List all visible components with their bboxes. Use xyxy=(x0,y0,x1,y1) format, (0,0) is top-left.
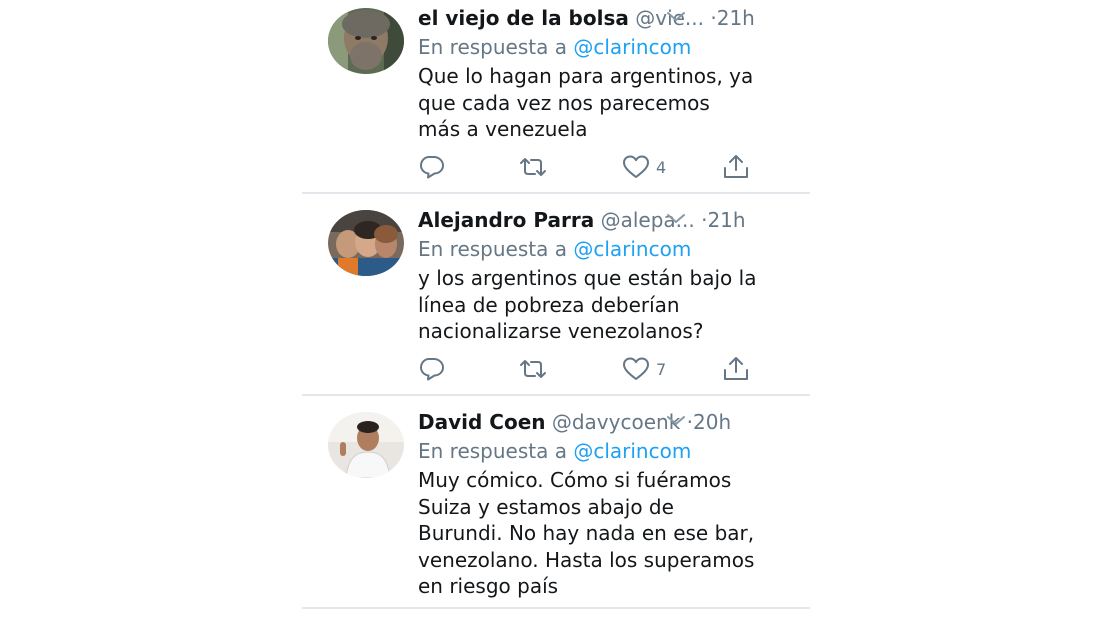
reply-mention-link[interactable]: @clarincom xyxy=(573,237,691,261)
heart-icon xyxy=(623,155,649,178)
like-button[interactable]: 4 xyxy=(622,152,666,182)
tweet-actions: 4 xyxy=(418,152,798,182)
tweet[interactable]: David Coen @davycoenk ·20h En respuesta … xyxy=(302,396,810,608)
share-icon xyxy=(724,155,748,178)
like-count: 4 xyxy=(656,157,667,177)
retweet-icon xyxy=(520,360,546,378)
chevron-down-icon[interactable] xyxy=(664,6,688,28)
timestamp[interactable]: 21h xyxy=(707,208,745,232)
share-icon xyxy=(724,357,748,380)
tweet[interactable]: Alejandro Parra @alepa... ·21h En respue… xyxy=(302,194,810,394)
tweet[interactable]: el viejo de la bolsa @vie... ·21h En res… xyxy=(302,0,810,192)
author-handle[interactable]: @davycoenk xyxy=(552,410,680,434)
tweet-feed: el viejo de la bolsa @vie... ·21h En res… xyxy=(302,0,810,618)
heart-icon xyxy=(623,357,649,380)
tweet-text: y los argentinos que están bajo la línea… xyxy=(418,266,757,343)
reply-context: En respuesta a @clarincom xyxy=(418,32,691,62)
reply-context: En respuesta a @clarincom xyxy=(418,234,691,264)
avatar[interactable] xyxy=(328,412,404,478)
author-name[interactable]: el viejo de la bolsa xyxy=(418,6,629,30)
retweet-button[interactable] xyxy=(518,354,548,384)
author-name[interactable]: Alejandro Parra xyxy=(418,208,594,232)
tweet-header: Alejandro Parra @alepa... ·21h xyxy=(418,204,798,236)
tweet-header: David Coen @davycoenk ·20h xyxy=(418,406,798,438)
retweet-icon xyxy=(520,158,546,176)
chevron-down-icon[interactable] xyxy=(664,208,688,230)
share-button[interactable] xyxy=(722,152,750,182)
timestamp[interactable]: 21h xyxy=(717,6,755,30)
timestamp[interactable]: 20h xyxy=(693,410,731,434)
retweet-button[interactable] xyxy=(518,152,548,182)
tweet-divider xyxy=(302,607,810,609)
reply-button[interactable] xyxy=(418,354,446,384)
chevron-down-icon[interactable] xyxy=(664,410,688,432)
reply-button[interactable] xyxy=(418,152,446,182)
reply-mention-link[interactable]: @clarincom xyxy=(573,439,691,463)
like-button[interactable]: 7 xyxy=(622,354,666,384)
reply-prefix: En respuesta a xyxy=(418,35,567,59)
reply-icon xyxy=(420,358,444,381)
tweet-text: Muy cómico. Cómo si fuéramos Suiza y est… xyxy=(418,468,755,598)
avatar[interactable] xyxy=(328,8,404,74)
reply-mention-link[interactable]: @clarincom xyxy=(573,35,691,59)
tweet-header: el viejo de la bolsa @vie... ·21h xyxy=(418,2,798,34)
author-name[interactable]: David Coen xyxy=(418,410,546,434)
like-count: 7 xyxy=(656,359,667,379)
reply-prefix: En respuesta a xyxy=(418,439,567,463)
reply-prefix: En respuesta a xyxy=(418,237,567,261)
reply-icon xyxy=(420,156,444,179)
avatar[interactable] xyxy=(328,210,404,276)
tweet-actions: 7 xyxy=(418,354,798,384)
reply-context: En respuesta a @clarincom xyxy=(418,436,691,466)
share-button[interactable] xyxy=(722,354,750,384)
tweet-text: Que lo hagan para argentinos, ya que cad… xyxy=(418,64,754,141)
